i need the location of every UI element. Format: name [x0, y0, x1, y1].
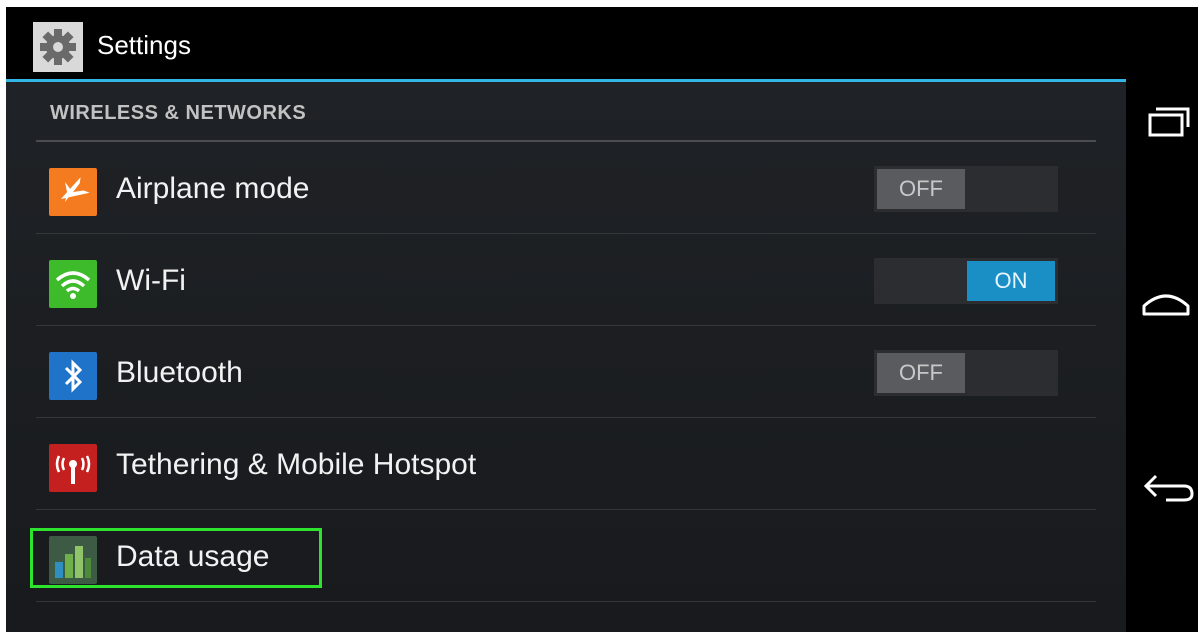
airplane-mode-toggle[interactable]: OFF — [874, 166, 1058, 212]
android-screen: Settings WIRELESS & NETWORKS Airplane mo… — [6, 7, 1198, 632]
toggle-state: OFF — [877, 353, 965, 393]
page-title: Settings — [97, 30, 191, 60]
item-label: Bluetooth — [116, 356, 243, 389]
action-bar: Settings — [6, 7, 1126, 82]
bluetooth-icon — [49, 352, 97, 400]
list-item-wifi[interactable]: Wi-Fi ON — [36, 234, 1096, 326]
hotspot-icon — [49, 444, 97, 492]
back-icon[interactable] — [1136, 462, 1196, 512]
home-icon[interactable] — [1136, 280, 1196, 330]
item-label: Wi-Fi — [116, 264, 186, 297]
highlight-box — [30, 528, 322, 588]
wifi-icon — [49, 260, 97, 308]
navigation-bar — [1126, 7, 1198, 632]
section-header: WIRELESS & NETWORKS — [50, 102, 307, 124]
item-label: Airplane mode — [116, 172, 310, 205]
divider — [36, 601, 1096, 602]
item-label: Tethering & Mobile Hotspot — [116, 448, 477, 481]
toggle-state: ON — [967, 261, 1055, 301]
list-item-tethering[interactable]: Tethering & Mobile Hotspot — [36, 418, 1096, 510]
list-item-airplane-mode[interactable]: Airplane mode OFF — [36, 142, 1096, 234]
settings-list: WIRELESS & NETWORKS Airplane mode OFF Wi… — [6, 82, 1126, 632]
gear-icon[interactable] — [33, 22, 83, 72]
toggle-state: OFF — [877, 169, 965, 209]
bluetooth-toggle[interactable]: OFF — [874, 350, 1058, 396]
list-item-bluetooth[interactable]: Bluetooth OFF — [36, 326, 1096, 418]
recent-apps-icon[interactable] — [1136, 97, 1196, 147]
wifi-toggle[interactable]: ON — [874, 258, 1058, 304]
airplane-icon — [49, 168, 97, 216]
